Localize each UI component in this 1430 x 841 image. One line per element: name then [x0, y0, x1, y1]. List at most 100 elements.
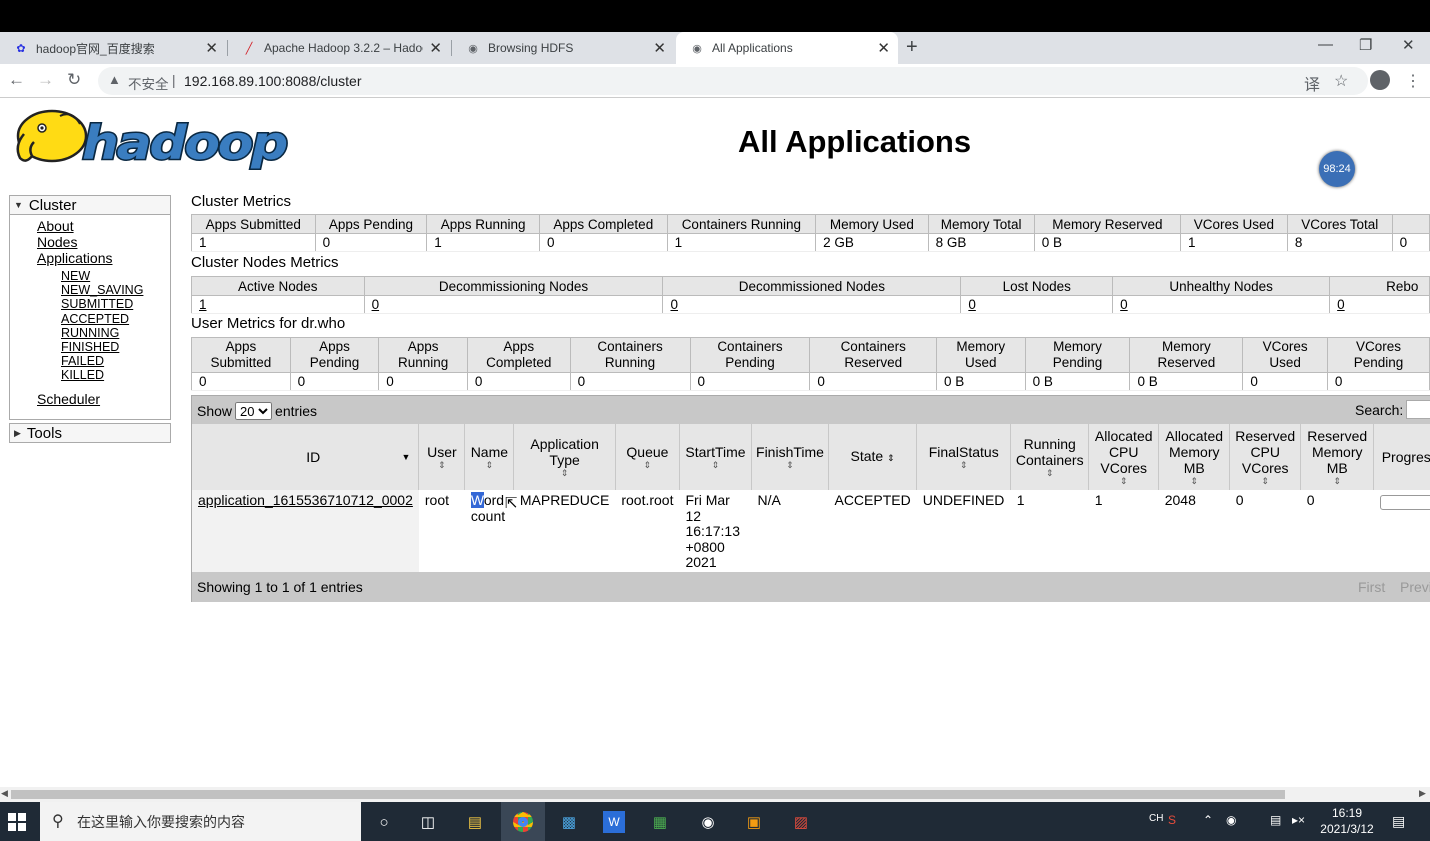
col-starttime[interactable]: StartTime ⇕	[679, 424, 752, 490]
lost-nodes-link[interactable]: 0	[968, 297, 976, 312]
about-link[interactable]: About	[37, 218, 170, 234]
app-state-submitted-link[interactable]: SUBMITTED	[61, 297, 170, 311]
scroll-right-arrow-icon[interactable]: ▶	[1419, 788, 1426, 799]
app-state-accepted-link[interactable]: ACCEPTED	[61, 312, 170, 326]
tray-chevron-up-icon[interactable]: ⌃	[1203, 813, 1213, 827]
wps-writer-icon[interactable]: W	[603, 811, 625, 833]
scroll-left-arrow-icon[interactable]: ◀	[1, 788, 8, 799]
applications-link[interactable]: Applications	[37, 250, 170, 266]
app-state-finished-link[interactable]: FINISHED	[61, 340, 170, 354]
url-text[interactable]: 192.168.89.100:8088/cluster	[184, 73, 361, 89]
tab-baidu[interactable]: ✿ hadoop官网_百度搜索 ✕	[0, 32, 226, 64]
page-title: All Applications	[738, 124, 972, 159]
app-state-new-saving-link[interactable]: NEW_SAVING	[61, 283, 170, 297]
user-metric-header: VCores Pending	[1326, 337, 1430, 373]
page-size-select[interactable]: 20	[235, 402, 273, 420]
file-explorer-icon[interactable]: ▤	[463, 810, 487, 834]
app-state-new-link[interactable]: NEW	[61, 269, 170, 283]
app-state-running-link[interactable]: RUNNING	[61, 326, 170, 340]
taskbar-search-box[interactable]: ⚲ 在这里输入你要搜索的内容	[40, 802, 361, 841]
sogou-ime-icon[interactable]: S	[1168, 813, 1176, 827]
hadoop-logo[interactable]: hadoop hadoop	[10, 104, 292, 174]
minimize-icon[interactable]: —	[1318, 36, 1333, 53]
progress-cell	[1373, 490, 1430, 574]
tab-close-icon[interactable]: ✕	[653, 39, 666, 57]
cluster-accordion-header[interactable]: ▼ Cluster	[9, 195, 171, 215]
address-bar[interactable]: ▲ 不安全 | 192.168.89.100:8088/cluster	[98, 67, 1368, 95]
tools-label: Tools	[26, 424, 62, 442]
remote-desktop-icon[interactable]: ▩	[557, 810, 581, 834]
penguin-app-icon[interactable]: ◉	[696, 810, 720, 834]
window-close-icon[interactable]: ✕	[1402, 36, 1415, 54]
cluster-label: Cluster	[28, 196, 77, 214]
app-state-killed-link[interactable]: KILLED	[61, 368, 170, 382]
col-running-containers[interactable]: Running Containers ⇕	[1010, 424, 1090, 490]
forward-arrow-icon[interactable]: →	[37, 70, 54, 90]
volume-muted-icon[interactable]: ▸×	[1292, 813, 1305, 827]
tab-browsing-hdfs[interactable]: ◉ Browsing HDFS ✕	[452, 32, 674, 64]
profile-avatar-icon[interactable]	[1370, 70, 1390, 90]
col-finalstatus[interactable]: FinalStatus ⇕	[916, 424, 1012, 490]
col-reserved-cpu-vcores[interactable]: Reserved CPU VCores ⇕	[1229, 424, 1302, 490]
bookmark-star-icon[interactable]: ☆	[1334, 71, 1348, 91]
decommissioned-nodes-link[interactable]: 0	[670, 297, 678, 312]
col-allocated-memory-mb[interactable]: Allocated Memory MB ⇕	[1158, 424, 1231, 490]
notification-center-icon[interactable]: ▤	[1392, 813, 1405, 830]
user-metric-value: 0	[689, 372, 811, 391]
nodes-link[interactable]: Nodes	[37, 234, 170, 250]
col-reserved-memory-mb[interactable]: Reserved Memory MB ⇕	[1300, 424, 1375, 490]
col-user[interactable]: User ⇕	[418, 424, 466, 490]
app-id-link[interactable]: application_1615536710712_0002	[198, 492, 413, 508]
col-state[interactable]: State ⇕	[828, 424, 918, 490]
decommissioning-nodes-link[interactable]: 0	[372, 297, 380, 312]
col-name[interactable]: Name ⇕	[464, 424, 515, 490]
col-progress[interactable]: Progress	[1373, 424, 1430, 490]
microphone-icon[interactable]: ◉	[1226, 813, 1236, 827]
back-arrow-icon[interactable]: ←	[8, 70, 25, 90]
tab-close-icon[interactable]: ✕	[429, 39, 442, 57]
user-metric-value: 0 B	[936, 372, 1026, 391]
new-tab-plus-icon[interactable]: +	[906, 36, 918, 59]
metric-value: 8	[1286, 233, 1393, 252]
terminal-app-icon[interactable]: ▨	[789, 810, 813, 834]
active-nodes-link[interactable]: 1	[199, 297, 207, 312]
app-window-icon[interactable]: ▣	[742, 810, 766, 834]
metric-header: VCores Used	[1179, 214, 1288, 234]
app-state-failed-link[interactable]: FAILED	[61, 354, 170, 368]
windows-start-icon[interactable]	[8, 813, 26, 831]
metric-value: 2 GB	[815, 233, 929, 252]
col-allocated-cpu-vcores[interactable]: Allocated CPU VCores ⇕	[1088, 424, 1160, 490]
rebooted-nodes-link[interactable]: 0	[1337, 297, 1345, 312]
scrollbar-thumb[interactable]	[11, 790, 1285, 799]
col-application-type[interactable]: Application Type ⇕	[513, 424, 616, 490]
tab-hadoop-docs[interactable]: ╱ Apache Hadoop 3.2.2 – Hadoo ✕	[228, 32, 450, 64]
tab-all-applications[interactable]: ◉ All Applications ✕	[676, 32, 898, 64]
chrome-icon[interactable]	[501, 802, 545, 841]
translate-icon[interactable]: 译	[1304, 71, 1320, 95]
scheduler-link[interactable]: Scheduler	[37, 391, 170, 407]
finishtime-cell: N/A	[751, 490, 829, 574]
previous-page-button[interactable]: Previ	[1400, 579, 1430, 595]
reload-icon[interactable]: ↻	[67, 70, 81, 90]
tools-accordion-header[interactable]: ▶ Tools	[9, 423, 171, 443]
cortana-circle-icon[interactable]: ○	[372, 810, 396, 834]
system-clock[interactable]: 16:19 2021/3/12	[1312, 805, 1382, 837]
globe-icon: ◉	[468, 42, 478, 55]
ime-indicator[interactable]: CH	[1149, 813, 1163, 824]
col-queue[interactable]: Queue ⇕	[615, 424, 680, 490]
tab-close-icon[interactable]: ✕	[205, 39, 218, 57]
search-input[interactable]	[1406, 400, 1430, 419]
col-id[interactable]: ID ▼	[192, 424, 420, 490]
col-finishtime[interactable]: FinishTime ⇕	[751, 424, 829, 490]
first-page-button[interactable]: First	[1358, 579, 1385, 595]
network-icon[interactable]: ▤	[1270, 813, 1281, 827]
tab-close-icon[interactable]: ✕	[877, 39, 890, 57]
task-view-icon[interactable]: ◫	[416, 810, 440, 834]
timer-badge[interactable]: 98:24	[1319, 151, 1355, 187]
unhealthy-nodes-link[interactable]: 0	[1120, 297, 1128, 312]
horizontal-scrollbar[interactable]: ◀ ▶	[0, 787, 1430, 802]
browser-menu-icon[interactable]: ⋮	[1405, 71, 1421, 91]
maximize-icon[interactable]: ❐	[1359, 36, 1372, 54]
spreadsheet-app-icon[interactable]: ▦	[648, 810, 672, 834]
tab-title: All Applications	[712, 41, 793, 55]
